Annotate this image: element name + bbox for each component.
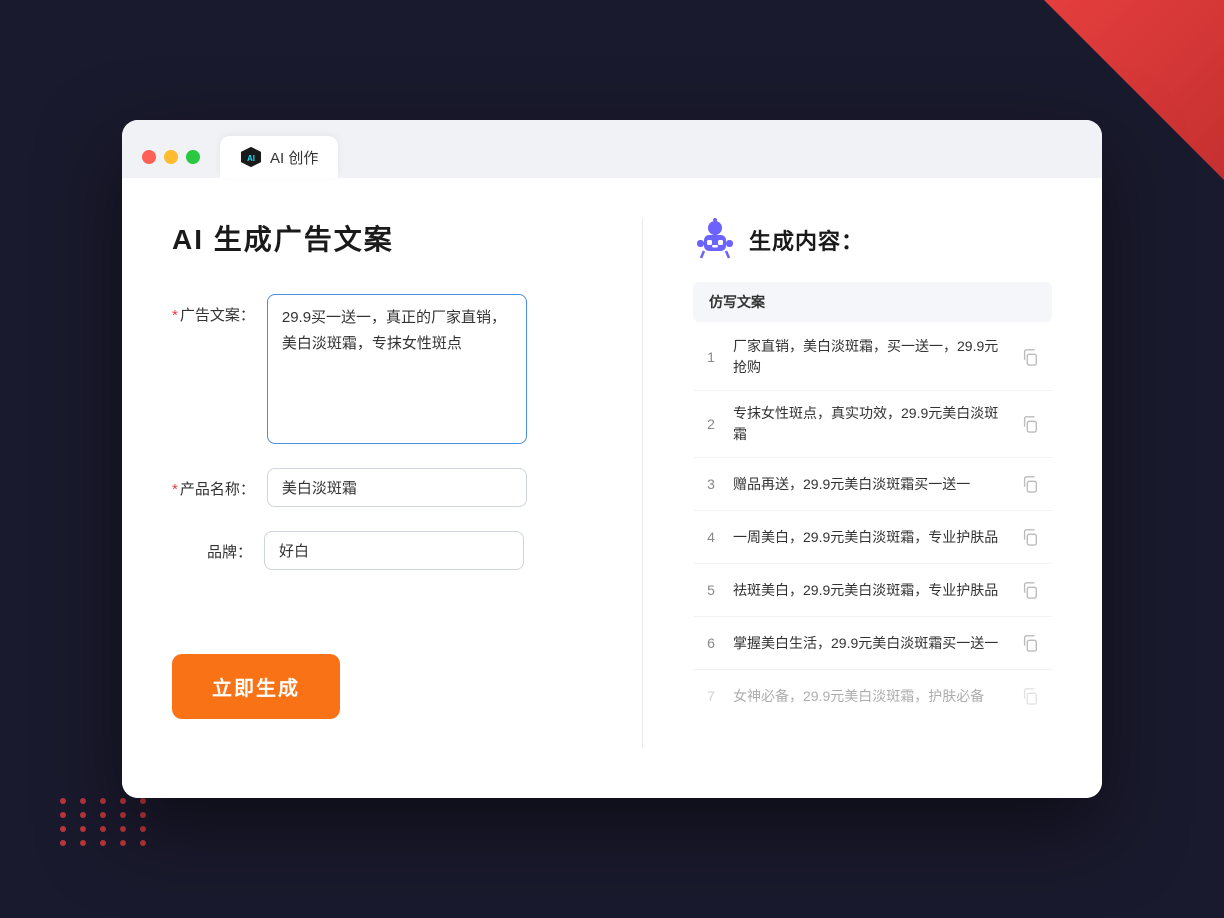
- result-item-num: 6: [701, 635, 721, 651]
- traffic-light-yellow[interactable]: [164, 150, 178, 164]
- result-table-header: 仿写文案: [693, 282, 1052, 322]
- ad-copy-label: *广告文案：: [172, 294, 255, 325]
- robot-icon: [693, 218, 737, 262]
- main-content: AI 生成广告文案 *广告文案： *产品名称： 品牌：: [122, 178, 1102, 798]
- result-item-text: 厂家直销，美白淡斑霜，买一送一，29.9元抢购: [733, 336, 1004, 378]
- result-item: 5 祛斑美白，29.9元美白淡斑霜，专业护肤品: [693, 564, 1052, 617]
- result-item: 4 一周美白，29.9元美白淡斑霜，专业护肤品: [693, 511, 1052, 564]
- form-row-ad-copy: *广告文案：: [172, 294, 592, 444]
- result-item-num: 7: [701, 688, 721, 704]
- copy-icon: [1021, 475, 1039, 493]
- traffic-light-green[interactable]: [186, 150, 200, 164]
- svg-text:AI: AI: [247, 154, 255, 163]
- result-item-num: 5: [701, 582, 721, 598]
- browser-tab[interactable]: AI AI 创作: [220, 136, 338, 178]
- product-name-input[interactable]: [267, 468, 527, 507]
- left-panel: AI 生成广告文案 *广告文案： *产品名称： 品牌：: [172, 218, 592, 748]
- copy-button[interactable]: [1016, 470, 1044, 498]
- result-title: 生成内容：: [749, 224, 864, 256]
- result-item-num: 3: [701, 476, 721, 492]
- copy-button[interactable]: [1016, 410, 1044, 438]
- result-item-text: 掌握美白生活，29.9元美白淡斑霜买一送一: [733, 633, 1004, 654]
- form-row-product-name: *产品名称：: [172, 468, 592, 507]
- tab-label: AI 创作: [270, 147, 318, 168]
- result-item-text: 专抹女性斑点，真实功效，29.9元美白淡斑霜: [733, 403, 1004, 445]
- result-item: 1 厂家直销，美白淡斑霜，买一送一，29.9元抢购: [693, 324, 1052, 391]
- copy-icon: [1021, 687, 1039, 705]
- brand-input[interactable]: [264, 531, 524, 570]
- traffic-light-red[interactable]: [142, 150, 156, 164]
- result-item-text: 一周美白，29.9元美白淡斑霜，专业护肤品: [733, 527, 1004, 548]
- panel-divider: [642, 218, 643, 748]
- copy-button[interactable]: [1016, 629, 1044, 657]
- copy-icon: [1021, 348, 1039, 366]
- bg-decoration-dots: [60, 798, 160, 878]
- result-item: 2 专抹女性斑点，真实功效，29.9元美白淡斑霜: [693, 391, 1052, 458]
- result-item-text: 女神必备，29.9元美白淡斑霜，护肤必备: [733, 686, 1004, 707]
- result-table: 仿写文案 1 厂家直销，美白淡斑霜，买一送一，29.9元抢购 2 专抹女性斑点，…: [693, 282, 1052, 722]
- title-bar: AI AI 创作: [122, 120, 1102, 178]
- required-star-2: *: [172, 481, 178, 498]
- result-item: 7 女神必备，29.9元美白淡斑霜，护肤必备: [693, 670, 1052, 722]
- right-panel: 生成内容： 仿写文案 1 厂家直销，美白淡斑霜，买一送一，29.9元抢购: [693, 218, 1052, 748]
- copy-button[interactable]: [1016, 682, 1044, 710]
- result-item: 6 掌握美白生活，29.9元美白淡斑霜买一送一: [693, 617, 1052, 670]
- copy-button[interactable]: [1016, 523, 1044, 551]
- browser-window: AI AI 创作 AI 生成广告文案 *广告文案： *产品名称：: [122, 120, 1102, 798]
- copy-icon: [1021, 528, 1039, 546]
- page-title: AI 生成广告文案: [172, 218, 592, 258]
- result-header: 生成内容：: [693, 218, 1052, 262]
- brand-label: 品牌：: [172, 531, 252, 562]
- result-item-text: 祛斑美白，29.9元美白淡斑霜，专业护肤品: [733, 580, 1004, 601]
- copy-icon: [1021, 634, 1039, 652]
- result-item-num: 4: [701, 529, 721, 545]
- result-item-num: 2: [701, 416, 721, 432]
- traffic-lights: [142, 150, 200, 164]
- ai-icon: AI: [240, 146, 262, 168]
- result-item-text: 赠品再送，29.9元美白淡斑霜买一送一: [733, 474, 1004, 495]
- generate-button[interactable]: 立即生成: [172, 654, 340, 719]
- result-item: 3 赠品再送，29.9元美白淡斑霜买一送一: [693, 458, 1052, 511]
- copy-button[interactable]: [1016, 343, 1044, 371]
- ad-copy-input[interactable]: [267, 294, 527, 444]
- copy-icon: [1021, 581, 1039, 599]
- result-item-num: 1: [701, 349, 721, 365]
- copy-button[interactable]: [1016, 576, 1044, 604]
- result-items-container: 1 厂家直销，美白淡斑霜，买一送一，29.9元抢购 2 专抹女性斑点，真实功效，…: [693, 324, 1052, 722]
- required-star-1: *: [172, 307, 178, 324]
- copy-icon: [1021, 415, 1039, 433]
- form-row-brand: 品牌：: [172, 531, 592, 570]
- product-name-label: *产品名称：: [172, 468, 255, 499]
